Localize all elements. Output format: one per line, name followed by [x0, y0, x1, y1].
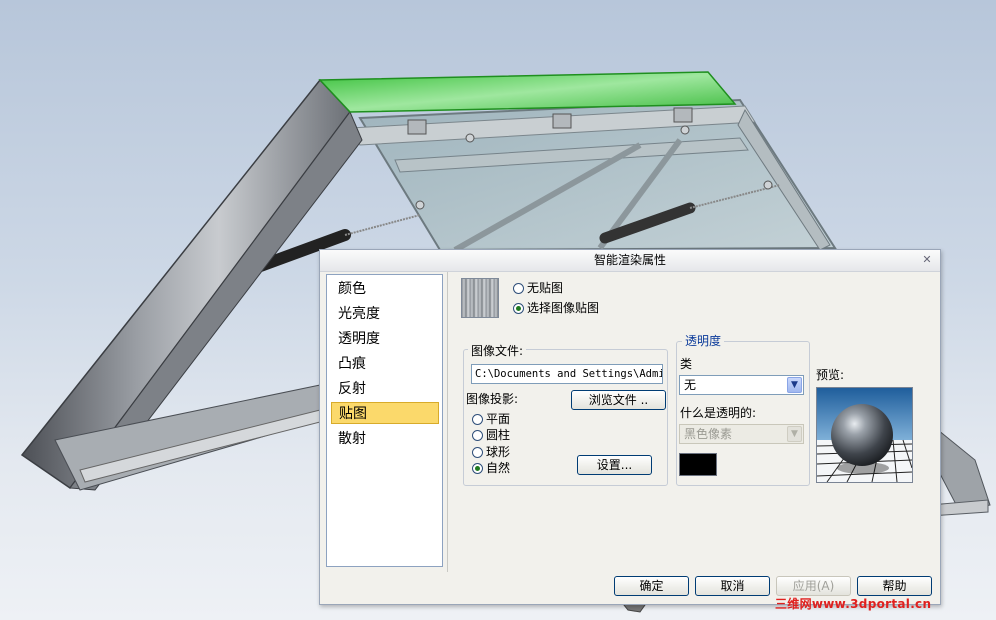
image-file-group-label: 图像文件:: [468, 344, 527, 358]
category-item-scatter[interactable]: 散射: [331, 428, 439, 450]
radio-label: 球形: [486, 445, 511, 459]
category-item-transparency[interactable]: 透明度: [331, 328, 439, 350]
settings-button[interactable]: 设置...: [577, 455, 652, 475]
radio-label: 选择图像贴图: [527, 301, 600, 315]
category-item-bump[interactable]: 凸痕: [331, 353, 439, 375]
chevron-down-icon[interactable]: ▼: [787, 377, 802, 393]
radio-button-selected-icon: [472, 463, 483, 474]
image-path-input[interactable]: C:\Documents and Settings\Admin: [471, 364, 663, 384]
browse-file-button[interactable]: 浏览文件 ..: [571, 390, 666, 410]
radio-label: 自然: [486, 461, 511, 475]
radio-projection-planar[interactable]: 平面: [472, 411, 510, 427]
render-properties-dialog: 智能渲染属性 ✕ 颜色 光亮度 透明度 凸痕 反射 贴图 散射 无贴图 选择图像…: [319, 249, 941, 605]
chevron-down-icon: ▼: [787, 426, 802, 442]
transparency-group-label: 透明度: [682, 334, 725, 348]
radio-no-texture[interactable]: 无贴图: [513, 280, 563, 296]
radio-button-icon: [472, 447, 483, 458]
radio-image-texture[interactable]: 选择图像贴图: [513, 300, 599, 316]
radio-projection-spherical[interactable]: 球形: [472, 444, 510, 460]
property-category-list[interactable]: 颜色 光亮度 透明度 凸痕 反射 贴图 散射: [326, 274, 443, 567]
dialog-titlebar[interactable]: 智能渲染属性 ✕: [320, 250, 940, 272]
ok-button[interactable]: 确定: [614, 576, 689, 596]
radio-button-icon: [472, 430, 483, 441]
radio-button-icon: [513, 283, 524, 294]
apply-button[interactable]: 应用(A): [776, 576, 851, 596]
transparency-type-select[interactable]: 无 ▼: [679, 375, 804, 395]
what-is-transparent-label: 什么是透明的:: [680, 406, 757, 420]
cancel-button[interactable]: 取消: [695, 576, 770, 596]
radio-label: 平面: [486, 412, 511, 426]
radio-button-selected-icon: [513, 303, 524, 314]
select-value: 无: [684, 378, 697, 392]
radio-label: 无贴图: [527, 281, 564, 295]
category-item-texture[interactable]: 贴图: [331, 402, 439, 424]
radio-label: 圆柱: [486, 428, 511, 442]
preview-sphere-image: [817, 388, 912, 482]
radio-button-icon: [472, 414, 483, 425]
texture-swatch: [461, 278, 499, 318]
category-item-reflection[interactable]: 反射: [331, 378, 439, 400]
dialog-title: 智能渲染属性: [593, 253, 666, 267]
projection-label: 图像投影:: [466, 392, 519, 406]
transparency-color-swatch[interactable]: [679, 453, 717, 476]
what-is-transparent-select[interactable]: 黑色像素 ▼: [679, 424, 804, 444]
site-watermark: 三维网www.3dportal.cn: [775, 597, 932, 611]
radio-projection-cylindrical[interactable]: 圆柱: [472, 427, 510, 443]
help-button[interactable]: 帮助: [857, 576, 932, 596]
category-item-color[interactable]: 颜色: [331, 278, 439, 300]
select-value: 黑色像素: [684, 427, 733, 441]
close-icon[interactable]: ✕: [921, 254, 933, 266]
transparency-type-label: 类: [680, 357, 693, 371]
material-preview: [816, 387, 913, 483]
preview-label: 预览:: [816, 368, 845, 382]
panel-divider: [447, 272, 448, 572]
category-item-brightness[interactable]: 光亮度: [331, 303, 439, 325]
radio-projection-natural[interactable]: 自然: [472, 460, 510, 476]
